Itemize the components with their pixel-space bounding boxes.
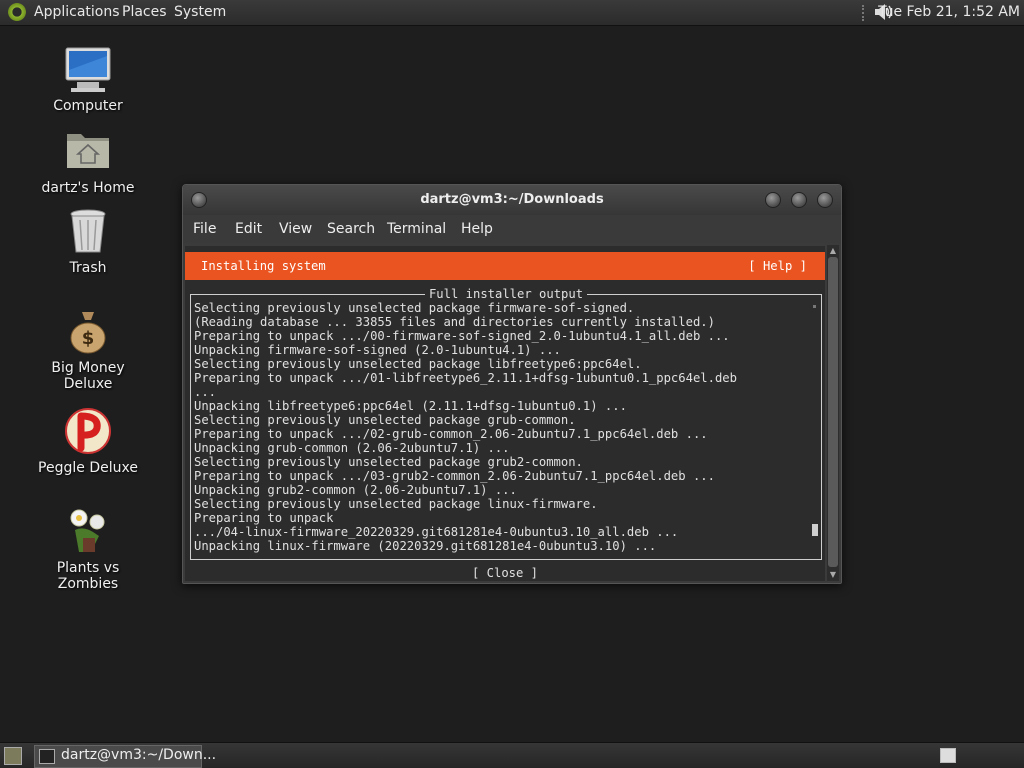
- installer-header-title: Installing system: [201, 259, 326, 273]
- log-line: Preparing to unpack .../00-firmware-sof-…: [194, 329, 730, 343]
- installer-log[interactable]: Selecting previously unselected package …: [194, 301, 806, 553]
- close-button[interactable]: [ Close ]: [185, 566, 825, 580]
- log-line: Selecting previously unselected package …: [194, 497, 598, 511]
- top-panel: Applications Places System Tue Feb 21, 1…: [0, 0, 1024, 26]
- menu-system[interactable]: System: [174, 4, 226, 20]
- menu-applications[interactable]: Applications: [34, 4, 120, 20]
- terminal-menubar: File Edit View Search Terminal Help: [183, 215, 841, 243]
- applications-logo-icon[interactable]: [8, 3, 26, 21]
- help-button[interactable]: [ Help ]: [748, 259, 807, 273]
- log-line: Preparing to unpack .../03-grub2-common_…: [194, 469, 715, 483]
- menu-terminal[interactable]: Terminal: [387, 221, 446, 237]
- log-line: Unpacking grub2-common (2.06-2ubuntu7.1)…: [194, 483, 517, 497]
- money-bag-icon: $: [63, 308, 113, 356]
- output-frame-title-text: Full installer output: [424, 287, 588, 301]
- home-folder-icon: [63, 128, 113, 176]
- plants-icon: [63, 508, 113, 556]
- log-line: Unpacking libfreetype6:ppc64el (2.11.1+d…: [194, 399, 627, 413]
- window-title: dartz@vm3:~/Downloads: [420, 192, 604, 207]
- desktop-icon-peggle[interactable]: Peggle Deluxe: [28, 408, 148, 476]
- menu-places[interactable]: Places: [122, 4, 167, 20]
- terminal-scroll-thumb[interactable]: [828, 257, 838, 567]
- log-line: .../04-linux-firmware_20220329.git681281…: [194, 525, 679, 539]
- trash-icon: [63, 208, 113, 256]
- log-line: (Reading database ... 33855 files and di…: [194, 315, 715, 329]
- desktop-icon-trash[interactable]: Trash: [28, 208, 148, 276]
- log-line: Unpacking firmware-sof-signed (2.0-1ubun…: [194, 343, 561, 357]
- panel-handle[interactable]: [862, 5, 868, 21]
- menu-file[interactable]: File: [193, 221, 216, 237]
- log-scroll-top-indicator: [813, 305, 816, 308]
- log-line: Unpacking grub-common (2.06-2ubuntu7.1) …: [194, 441, 510, 455]
- workspace-switcher[interactable]: [940, 748, 956, 763]
- log-line: Preparing to unpack: [194, 511, 334, 525]
- peggle-icon: [63, 408, 113, 456]
- scroll-down-arrow-icon[interactable]: ▼: [827, 569, 839, 581]
- log-line: Selecting previously unselected package …: [194, 413, 576, 427]
- desktop-icon-label: Plants vs Zombies: [56, 560, 120, 592]
- show-desktop-icon[interactable]: [4, 747, 22, 765]
- terminal-icon: [39, 749, 55, 764]
- bottom-panel: dartz@vm3:~/Down...: [0, 742, 1024, 768]
- log-line: Selecting previously unselected package …: [194, 357, 642, 371]
- desktop: Applications Places System Tue Feb 21, 1…: [0, 0, 1024, 768]
- log-line: Selecting previously unselected package …: [194, 301, 635, 315]
- desktop-icon-label: Big Money Deluxe: [51, 360, 125, 392]
- desktop-icon-label: Peggle Deluxe: [38, 460, 138, 476]
- output-frame-title: Full installer output: [191, 287, 821, 301]
- log-line: Preparing to unpack .../02-grub-common_2…: [194, 427, 708, 441]
- log-scroll-thumb[interactable]: [812, 524, 818, 536]
- svg-text:$: $: [82, 328, 95, 349]
- menu-search[interactable]: Search: [327, 221, 375, 237]
- log-line: Unpacking linux-firmware (20220329.git68…: [194, 539, 657, 553]
- menu-view[interactable]: View: [279, 221, 312, 237]
- desktop-icon-label: Computer: [53, 98, 123, 114]
- minimize-icon[interactable]: [765, 192, 781, 208]
- installer-output-frame: Full installer output Selecting previous…: [190, 287, 822, 560]
- terminal-content[interactable]: Installing system [ Help ] Full installe…: [185, 246, 825, 581]
- desktop-icon-home[interactable]: dartz's Home: [28, 128, 148, 196]
- desktop-icon-label: Trash: [69, 260, 107, 276]
- terminal-window: dartz@vm3:~/Downloads File Edit View Sea…: [182, 184, 842, 584]
- title-bar[interactable]: dartz@vm3:~/Downloads: [183, 185, 841, 215]
- computer-icon: [63, 46, 113, 94]
- desktop-icon-label: dartz's Home: [41, 180, 135, 196]
- desktop-icon-big-money[interactable]: $ Big Money Deluxe: [28, 308, 148, 392]
- menu-edit[interactable]: Edit: [235, 221, 262, 237]
- close-window-icon[interactable]: [817, 192, 833, 208]
- maximize-icon[interactable]: [791, 192, 807, 208]
- clock[interactable]: Tue Feb 21, 1:52 AM: [878, 4, 1020, 20]
- log-line: Selecting previously unselected package …: [194, 455, 583, 469]
- terminal-scrollbar[interactable]: ▲ ▼: [827, 245, 839, 581]
- taskbar-terminal-label: dartz@vm3:~/Down...: [61, 747, 217, 763]
- log-line: Preparing to unpack .../01-libfreetype6_…: [194, 371, 737, 385]
- installer-header-bar: Installing system [ Help ]: [185, 252, 825, 280]
- scroll-up-arrow-icon[interactable]: ▲: [827, 245, 839, 257]
- desktop-icon-plants-vs-zombies[interactable]: Plants vs Zombies: [28, 508, 148, 592]
- taskbar-terminal-button[interactable]: dartz@vm3:~/Down...: [34, 745, 216, 768]
- log-line: ...: [194, 385, 217, 399]
- menu-help[interactable]: Help: [461, 221, 493, 237]
- desktop-icon-computer[interactable]: Computer: [28, 46, 148, 114]
